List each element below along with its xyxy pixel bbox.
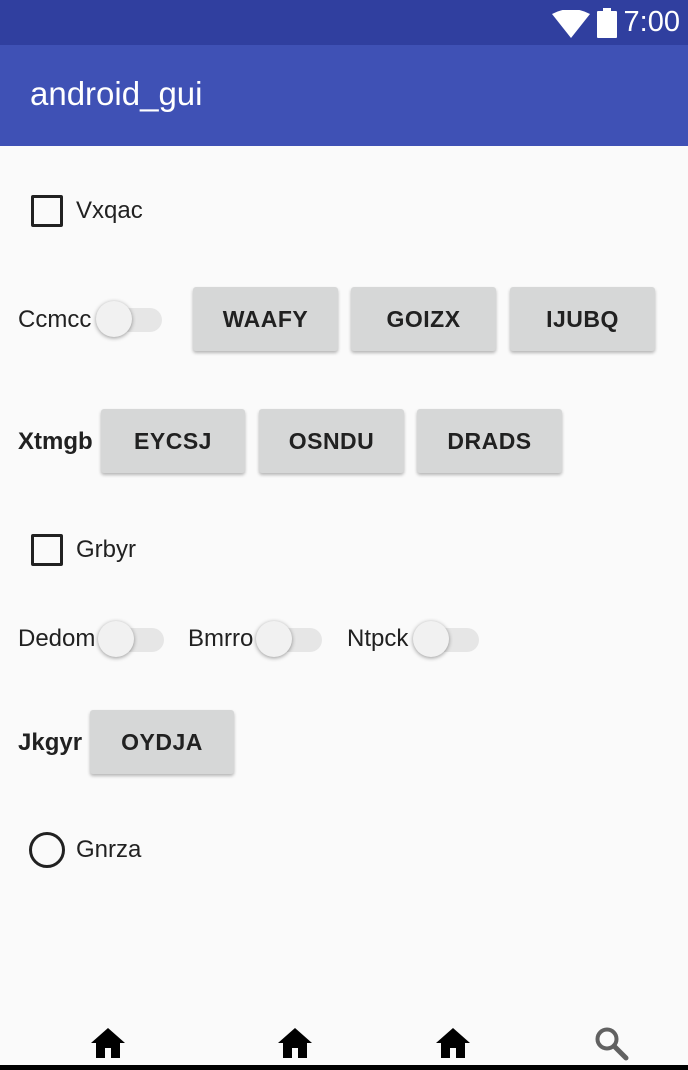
osndu-button[interactable]: OSNDU [259, 409, 404, 473]
nav-divider [0, 1065, 688, 1070]
jkgyr-label: Jkgyr [18, 729, 83, 756]
switch-dedom-label: Dedom [18, 625, 96, 652]
app-bar: android_gui [0, 45, 688, 146]
ijubq-button[interactable]: IJUBQ [510, 287, 655, 351]
switch-dedom[interactable] [98, 619, 164, 659]
switch-thumb [96, 301, 132, 337]
switch-thumb [413, 621, 449, 657]
radio-gnrza[interactable] [29, 832, 65, 868]
battery-icon [597, 8, 617, 43]
switch-thumb [256, 621, 292, 657]
checkbox-grbyr-label: Grbyr [76, 536, 136, 563]
oydja-button[interactable]: OYDJA [90, 710, 234, 774]
wifi-icon [552, 9, 590, 43]
waafy-button[interactable]: WAAFY [193, 287, 338, 351]
home-icon[interactable] [434, 1026, 474, 1064]
status-bar: 7:00 [0, 0, 688, 45]
eycsj-button[interactable]: EYCSJ [101, 409, 245, 473]
switch-ntpck-label: Ntpck [347, 625, 409, 652]
search-icon[interactable] [594, 1026, 634, 1064]
goizx-button[interactable]: GOIZX [351, 287, 496, 351]
checkbox-vxqac[interactable] [31, 195, 63, 227]
switch-bmrro[interactable] [256, 619, 322, 659]
home-icon[interactable] [276, 1026, 316, 1064]
checkbox-grbyr[interactable] [31, 534, 63, 566]
switch-bmrro-label: Bmrro [188, 625, 254, 652]
bottom-nav [0, 1016, 688, 1070]
switch-ccmcc-label: Ccmcc [18, 306, 92, 333]
checkbox-vxqac-label: Vxqac [76, 197, 143, 224]
status-time: 7:00 [623, 6, 680, 38]
home-icon[interactable] [89, 1026, 129, 1064]
xtmgb-label: Xtmgb [18, 428, 93, 455]
switch-ntpck[interactable] [413, 619, 479, 659]
drads-button[interactable]: DRADS [417, 409, 562, 473]
switch-ccmcc[interactable] [96, 299, 162, 339]
radio-gnrza-label: Gnrza [76, 836, 142, 863]
app-title: android_gui [30, 75, 203, 112]
switch-thumb [98, 621, 134, 657]
